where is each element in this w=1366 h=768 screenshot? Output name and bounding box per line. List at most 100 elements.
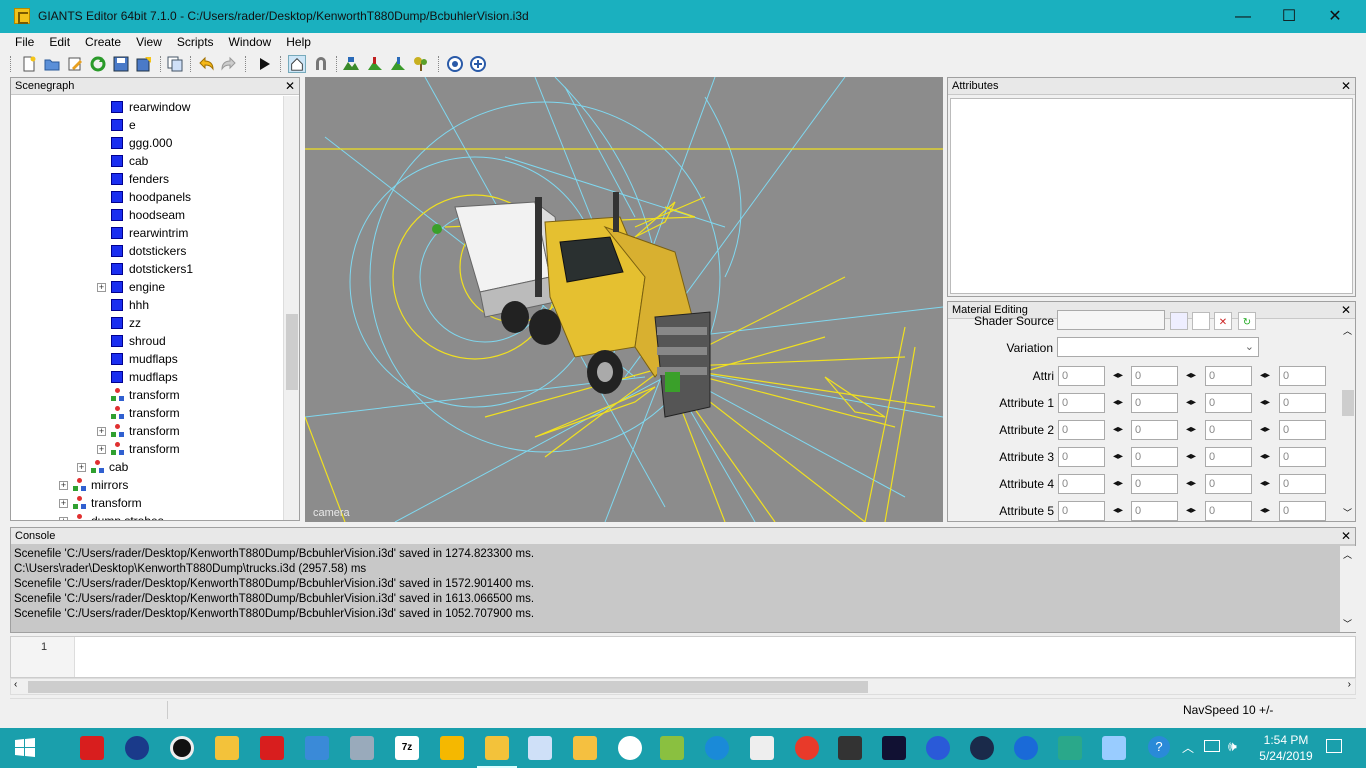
expand-icon[interactable]: + xyxy=(97,427,106,436)
fire-app-icon[interactable] xyxy=(125,736,149,760)
horizontal-scrollbar[interactable]: ‹ › xyxy=(10,678,1356,695)
tree-node[interactable]: shroud xyxy=(111,332,166,350)
attribute-value-field[interactable]: 0 xyxy=(1279,366,1326,386)
refresh-icon[interactable] xyxy=(89,55,107,73)
tree-node[interactable]: transform xyxy=(111,386,180,404)
attribute-value-field[interactable]: 0 xyxy=(1131,474,1178,494)
link-arrows-icon[interactable]: ◂▸ xyxy=(1108,420,1128,440)
tree-node[interactable]: mudflaps xyxy=(111,350,178,368)
attribute-value-field[interactable]: 0 xyxy=(1131,393,1178,413)
shader-new-icon[interactable] xyxy=(1192,312,1210,330)
attribute-value-field[interactable]: 0 xyxy=(1131,420,1178,440)
tree-node[interactable]: hhh xyxy=(111,296,149,314)
tree-node[interactable]: rearwintrim xyxy=(111,224,188,242)
expand-icon[interactable]: + xyxy=(59,517,68,520)
settings-gear-icon[interactable] xyxy=(469,55,487,73)
attribute-value-field[interactable]: 0 xyxy=(1058,366,1105,386)
link-arrows-icon[interactable]: ◂▸ xyxy=(1255,474,1275,494)
menu-scripts[interactable]: Scripts xyxy=(169,33,221,49)
control-panel-icon[interactable] xyxy=(305,736,329,760)
clock[interactable]: 1:54 PM 5/24/2019 xyxy=(1256,732,1316,764)
tree-node[interactable]: hoodseam xyxy=(111,206,185,224)
tree-node[interactable]: e xyxy=(111,116,136,134)
dump-truck-model[interactable] xyxy=(432,192,711,418)
calculator-icon[interactable] xyxy=(750,736,774,760)
text-editor-icon[interactable] xyxy=(1102,736,1126,760)
start-icon[interactable] xyxy=(13,736,37,760)
attribute-value-field[interactable]: 0 xyxy=(1205,366,1252,386)
paint-icon[interactable] xyxy=(366,55,384,73)
export-icon[interactable] xyxy=(135,55,153,73)
shader-source-field[interactable] xyxy=(1057,310,1165,330)
link-arrows-icon[interactable]: ◂▸ xyxy=(1255,447,1275,467)
link-arrows-icon[interactable]: ◂▸ xyxy=(1108,447,1128,467)
attribute-value-field[interactable]: 0 xyxy=(1205,501,1252,521)
chevron-up-icon[interactable]: ︿ xyxy=(1343,548,1352,561)
copy-icon[interactable] xyxy=(166,55,184,73)
save-icon[interactable] xyxy=(112,55,130,73)
maximize-button[interactable]: ☐ xyxy=(1266,0,1312,33)
scrollbar-thumb[interactable] xyxy=(1342,390,1354,416)
material-scrollbar[interactable]: ︿ ﹀ xyxy=(1340,320,1355,521)
link-arrows-icon[interactable]: ◂▸ xyxy=(1181,474,1201,494)
menu-create[interactable]: Create xyxy=(77,33,128,49)
minimize-button[interactable]: — xyxy=(1220,0,1266,33)
edit-icon[interactable] xyxy=(66,55,84,73)
play-icon[interactable] xyxy=(255,55,273,73)
plant-icon[interactable] xyxy=(412,55,430,73)
link-arrows-icon[interactable]: ◂▸ xyxy=(1255,366,1275,386)
giants-editor-2-icon[interactable] xyxy=(260,736,284,760)
obs-icon[interactable] xyxy=(170,736,194,760)
attribute-value-field[interactable]: 0 xyxy=(1058,420,1105,440)
link-arrows-icon[interactable]: ◂▸ xyxy=(1181,501,1201,521)
attributes-close-button[interactable]: ✕ xyxy=(1341,78,1351,95)
chevron-left-icon[interactable]: ‹ xyxy=(14,679,17,690)
slides-icon[interactable] xyxy=(440,736,464,760)
notification-icon[interactable] xyxy=(1326,739,1342,753)
network-tray-icon[interactable] xyxy=(1204,740,1220,752)
expand-icon[interactable]: + xyxy=(59,499,68,508)
link-arrows-icon[interactable]: ◂▸ xyxy=(1108,393,1128,413)
menu-help[interactable]: Help xyxy=(278,33,318,49)
redo-icon[interactable] xyxy=(220,55,238,73)
help-icon[interactable]: ? xyxy=(1148,736,1170,758)
tree-node[interactable]: transform xyxy=(111,404,180,422)
3d-viewport[interactable]: camera xyxy=(305,77,943,522)
attribute-value-field[interactable]: 0 xyxy=(1205,393,1252,413)
steam-icon[interactable] xyxy=(970,736,994,760)
expand-icon[interactable]: + xyxy=(77,463,86,472)
attribute-value-field[interactable]: 0 xyxy=(1058,501,1105,521)
scrollbar-thumb[interactable] xyxy=(28,681,868,693)
scenegraph-close-button[interactable]: ✕ xyxy=(285,78,295,95)
tree-node[interactable]: + engine xyxy=(97,278,165,296)
foliage-icon[interactable] xyxy=(389,55,407,73)
magnet-icon[interactable] xyxy=(312,55,330,73)
shader-reload-icon[interactable]: ↻ xyxy=(1238,312,1256,330)
link-arrows-icon[interactable]: ◂▸ xyxy=(1181,420,1201,440)
giants-active-icon[interactable] xyxy=(477,736,517,768)
expand-icon[interactable]: + xyxy=(97,283,106,292)
expand-icon[interactable]: + xyxy=(59,481,68,490)
attribute-value-field[interactable]: 0 xyxy=(1058,447,1105,467)
file-explorer-icon[interactable] xyxy=(215,736,239,760)
chevron-up-icon[interactable]: ︿ xyxy=(1343,324,1352,337)
attribute-value-field[interactable]: 0 xyxy=(1279,447,1326,467)
attribute-value-field[interactable]: 0 xyxy=(1279,501,1326,521)
menu-file[interactable]: File xyxy=(0,33,41,49)
chrome-canary-icon[interactable] xyxy=(926,736,950,760)
link-arrows-icon[interactable]: ◂▸ xyxy=(1181,366,1201,386)
link-arrows-icon[interactable]: ◂▸ xyxy=(1255,501,1275,521)
media-player-icon[interactable] xyxy=(573,736,597,760)
notepad-icon[interactable] xyxy=(660,736,684,760)
tree-node[interactable]: ggg.000 xyxy=(111,134,172,152)
attribute-value-field[interactable]: 0 xyxy=(1205,474,1252,494)
console-close-button[interactable]: ✕ xyxy=(1341,528,1351,545)
link-arrows-icon[interactable]: ◂▸ xyxy=(1181,447,1201,467)
attribute-value-field[interactable]: 0 xyxy=(1279,474,1326,494)
scenegraph-scrollbar[interactable] xyxy=(283,96,299,520)
link-arrows-icon[interactable]: ◂▸ xyxy=(1255,420,1275,440)
attribute-value-field[interactable]: 0 xyxy=(1058,474,1105,494)
console-scrollbar[interactable]: ︿ ﹀ xyxy=(1340,546,1356,632)
tree-node[interactable]: hoodpanels xyxy=(111,188,191,206)
link-arrows-icon[interactable]: ◂▸ xyxy=(1181,393,1201,413)
